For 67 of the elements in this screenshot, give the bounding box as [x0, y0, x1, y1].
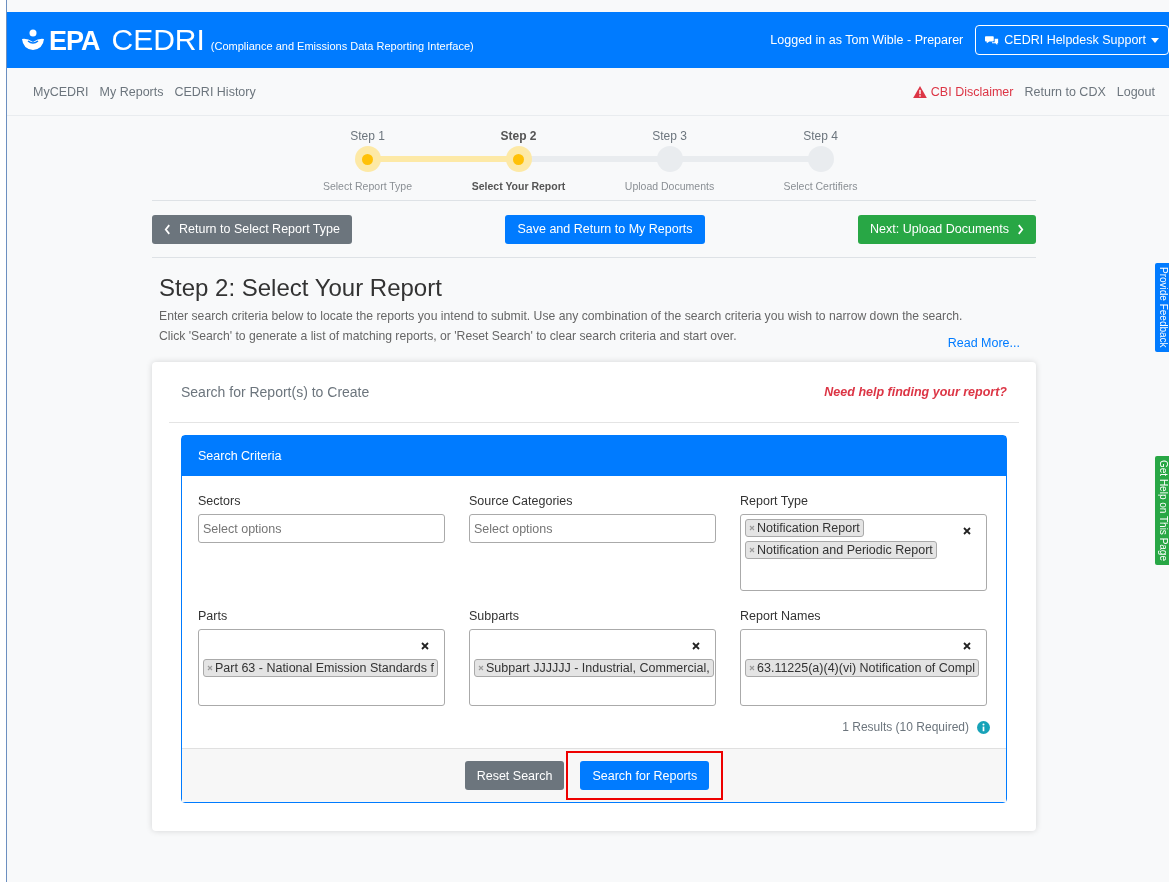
selected-chip: 63.11225(a)(4)(vi) Notification of Compl	[745, 659, 979, 677]
field-label: Source Categories	[469, 494, 574, 508]
multiselect-field[interactable]: 63.11225(a)(4)(vi) Notification of Compl	[740, 629, 987, 706]
step-number: Step 1	[350, 129, 385, 143]
close-icon[interactable]	[963, 527, 971, 535]
field-label: Subparts	[469, 609, 521, 623]
close-icon[interactable]	[692, 642, 700, 650]
step-label: Select Certifiers	[783, 180, 858, 192]
disclaimer-link[interactable]: CBI Disclaimer	[912, 84, 1014, 99]
step-number: Step 4	[803, 129, 838, 143]
next-button[interactable]: Next: Upload Documents	[858, 214, 1036, 244]
side-tab[interactable]: Get Help on This Page	[1155, 455, 1169, 565]
read-more-link[interactable]: Read More...	[947, 336, 1020, 350]
field-label: Parts	[198, 609, 229, 623]
select-field[interactable]: Select options	[198, 514, 445, 543]
logo-icon	[21, 28, 45, 52]
app-name: CEDRI	[111, 23, 205, 57]
step-number: Step 2	[500, 129, 537, 143]
intro-text: Enter search criteria below to locate the reports you intend to submit. Use any combination of the search criteria you wish to narrow down the search.	[159, 308, 963, 324]
results-count: 1 Results (10 Required)	[842, 720, 969, 734]
step-number: Step 3	[652, 129, 687, 143]
page-title: Step 2: Select Your Report	[159, 274, 443, 302]
selected-chip: Subpart JJJJJJ - Industrial, Commercial,	[474, 659, 714, 677]
remove-icon[interactable]	[478, 665, 484, 671]
back-button[interactable]: Return to Select Report Type	[152, 214, 352, 244]
reset-button[interactable]: Reset Search	[464, 761, 565, 790]
caret-icon	[1151, 37, 1159, 43]
side-tab[interactable]: Provide Feedback	[1155, 263, 1169, 352]
nav-link[interactable]: Logout	[1116, 84, 1155, 99]
remove-icon[interactable]	[207, 665, 213, 671]
step-label: Select Report Type	[322, 180, 413, 192]
nav-link[interactable]: Return to CDX	[1024, 84, 1106, 99]
helpdesk-button[interactable]: CEDRI Helpdesk Support	[975, 25, 1169, 55]
close-icon[interactable]	[421, 642, 429, 650]
multiselect-field[interactable]: Notification Report Notification and Periodic Report	[740, 514, 987, 591]
search-button[interactable]: Search for Reports	[580, 761, 710, 790]
step-label: Upload Documents	[624, 180, 715, 192]
logo-text: EPA	[49, 26, 100, 57]
info-icon[interactable]	[977, 720, 990, 734]
remove-icon[interactable]	[749, 547, 755, 553]
intro-text: Click 'Search' to generate a list of matching reports, or 'Reset Search' to clear search criteria and start over.	[159, 328, 737, 344]
selected-chip: Notification Report	[745, 519, 864, 537]
field-label: Sectors	[198, 494, 242, 508]
warning-icon	[912, 85, 927, 98]
card-title: Search for Report(s) to Create	[181, 384, 370, 400]
step-label: Select Your Report	[471, 180, 566, 192]
selected-chip: Notification and Periodic Report	[745, 541, 937, 559]
help-link[interactable]: Need help finding your report?	[824, 385, 1007, 399]
multiselect-field[interactable]: Part 63 - National Emission Standards f	[198, 629, 445, 706]
chevron-right-icon	[1017, 223, 1024, 235]
selected-chip: Part 63 - National Emission Standards f	[203, 659, 438, 677]
nav-link[interactable]: My Reports	[99, 84, 164, 99]
chevron-left-icon	[164, 223, 171, 235]
nav-link[interactable]: MyCEDRI	[33, 84, 89, 99]
field-label: Report Names	[740, 609, 822, 623]
multiselect-field[interactable]: Subpart JJJJJJ - Industrial, Commercial,	[469, 629, 716, 706]
chat-icon	[985, 34, 1000, 46]
remove-icon[interactable]	[749, 665, 755, 671]
app-subtitle: (Compliance and Emissions Data Reporting Interface)	[210, 40, 474, 52]
panel-header: Search Criteria	[182, 436, 1006, 476]
save-button[interactable]: Save and Return to My Reports	[505, 214, 705, 244]
user-status: Logged in as Tom Wible - Preparer	[770, 33, 964, 47]
field-label: Report Type	[740, 494, 809, 508]
nav-link[interactable]: CEDRI History	[174, 84, 256, 99]
remove-icon[interactable]	[749, 525, 755, 531]
close-icon[interactable]	[963, 642, 971, 650]
select-field[interactable]: Select options	[469, 514, 716, 543]
